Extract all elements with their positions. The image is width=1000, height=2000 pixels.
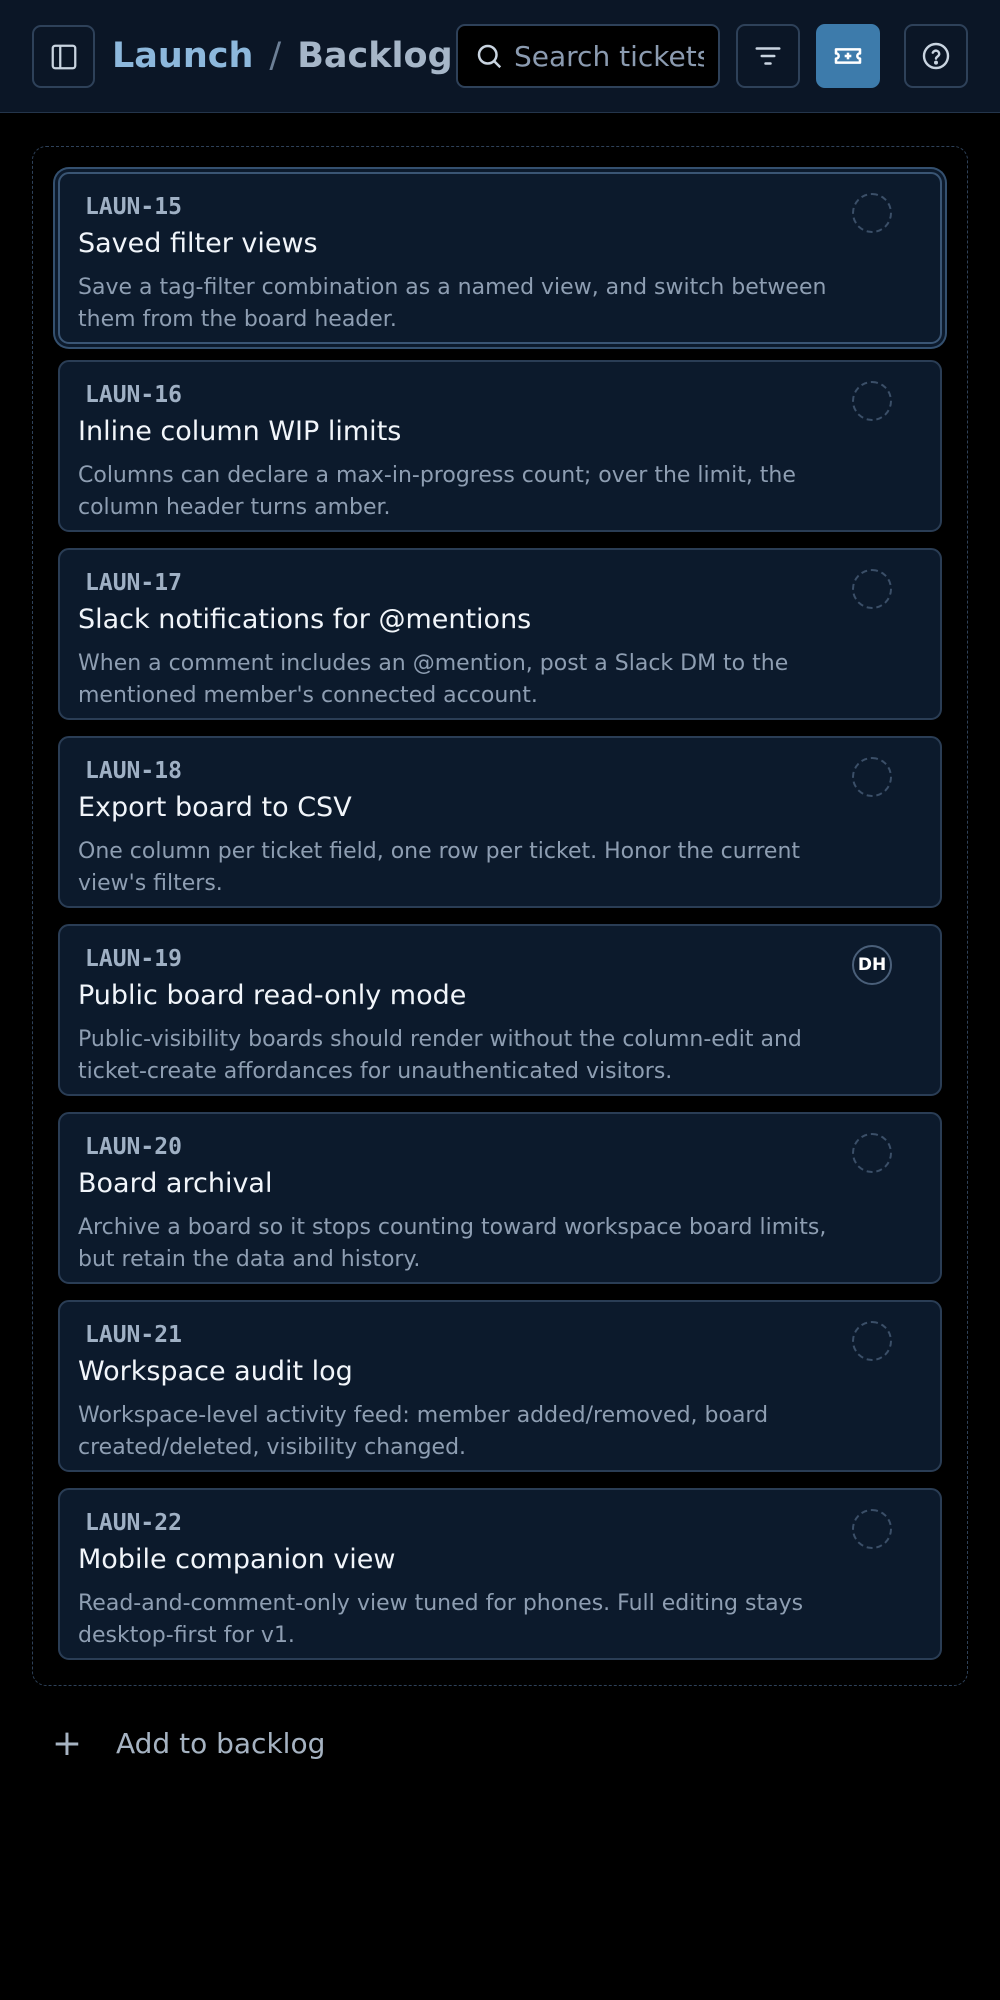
unassigned-avatar-placeholder[interactable] (852, 1509, 892, 1549)
breadcrumb-project[interactable]: Launch (112, 36, 253, 76)
ticket-description: Public-visibility boards should render w… (78, 1027, 802, 1084)
ticket-title: Board archival (78, 1168, 273, 1199)
add-to-backlog-button[interactable]: + Add to backlog (50, 1718, 325, 1768)
ticket-title: Saved filter views (78, 228, 318, 259)
search-box[interactable] (456, 24, 720, 88)
help-button[interactable] (904, 24, 968, 88)
backlog-card[interactable]: LAUN-21 Workspace audit log Workspace-leve… (58, 1300, 942, 1472)
backlog-card[interactable]: LAUN-20 Board archival Archive a board so … (58, 1112, 942, 1284)
backlog-card[interactable]: LAUN-16 Inline column WIP limits Columns c… (58, 360, 942, 532)
new-ticket-button[interactable] (816, 24, 880, 88)
ticket-key: LAUN-18 (85, 758, 182, 784)
help-circle-icon (922, 42, 950, 70)
breadcrumb-current-page: Backlog (297, 36, 453, 76)
ticket-description: When a comment includes an @mention, pos… (78, 651, 789, 708)
ticket-description: One column per ticket field, one row per… (78, 839, 801, 896)
sidebar-toggle-icon (51, 44, 76, 69)
ticket-title: Export board to CSV (78, 792, 352, 823)
top-bar: Launch / Backlog (0, 0, 1000, 113)
unassigned-avatar-placeholder[interactable] (852, 193, 892, 233)
ticket-key: LAUN-22 (85, 1510, 182, 1536)
ticket-title: Mobile companion view (78, 1544, 396, 1575)
ticket-description: Read-and-comment-only view tuned for pho… (78, 1591, 804, 1648)
ticket-title: Workspace audit log (78, 1356, 353, 1387)
unassigned-avatar-placeholder[interactable] (852, 381, 892, 421)
search-icon (477, 44, 502, 69)
ticket-description: Save a tag-filter combination as a named… (78, 275, 827, 332)
plus-icon: + (51, 1722, 83, 1764)
assignee-avatar[interactable]: DH (852, 945, 892, 985)
unassigned-avatar-placeholder[interactable] (852, 757, 892, 797)
breadcrumb-separator: / (269, 36, 282, 76)
search-input[interactable] (514, 39, 704, 73)
ticket-key: LAUN-17 (85, 570, 182, 596)
filter-icon (755, 47, 781, 65)
add-to-backlog-label: Add to backlog (116, 1726, 326, 1760)
sidebar-toggle-button[interactable] (32, 25, 95, 88)
ticket-description: Archive a board so it stops counting tow… (78, 1215, 827, 1272)
backlog-card[interactable]: LAUN-19 Public board read-only mode Public… (58, 924, 942, 1096)
breadcrumb: Launch / Backlog (112, 31, 453, 81)
ticket-key: LAUN-20 (85, 1134, 182, 1160)
ticket-key: LAUN-16 (85, 382, 182, 408)
ticket-description: Columns can declare a max-in-progress co… (78, 463, 796, 520)
ticket-key: LAUN-19 (85, 946, 182, 972)
backlog-card[interactable]: LAUN-18 Export board to CSV One column per… (58, 736, 942, 908)
ticket-title: Inline column WIP limits (78, 416, 402, 447)
ticket-plus-icon (834, 48, 862, 64)
backlog-card[interactable]: LAUN-15 Saved filter views Save a tag-filt… (58, 172, 942, 344)
unassigned-avatar-placeholder[interactable] (852, 569, 892, 609)
unassigned-avatar-placeholder[interactable] (852, 1133, 892, 1173)
ticket-description: Workspace-level activity feed: member ad… (78, 1403, 769, 1460)
backlog-card[interactable]: LAUN-22 Mobile companion view Read-and-com… (58, 1488, 942, 1660)
ticket-title: Slack notifications for @mentions (78, 604, 532, 635)
ticket-key: LAUN-21 (85, 1322, 182, 1348)
ticket-title: Public board read-only mode (78, 980, 467, 1011)
unassigned-avatar-placeholder[interactable] (852, 1321, 892, 1361)
ticket-key: LAUN-15 (85, 194, 182, 220)
filter-button[interactable] (736, 24, 800, 88)
backlog-card[interactable]: LAUN-17 Slack notifications for @mentions… (58, 548, 942, 720)
